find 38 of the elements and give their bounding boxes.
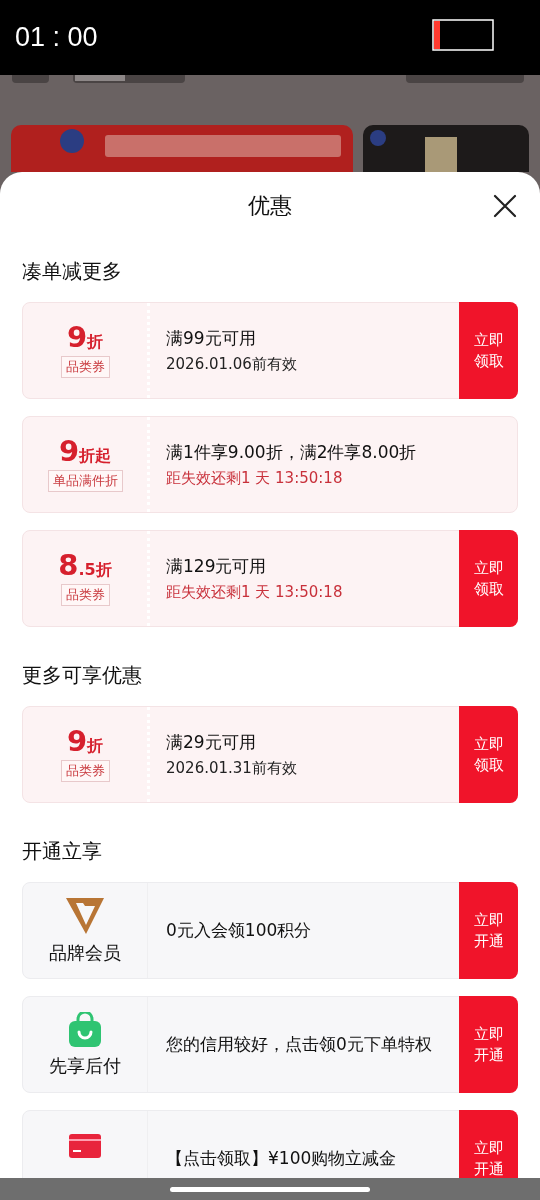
discount-value: 9折起 xyxy=(58,437,112,466)
clock: 01 : 00 xyxy=(15,22,98,53)
offer-text: 满1件享9.00折，满2件享8.00折 xyxy=(166,440,418,464)
offer-text: 【点击领取】¥100购物立减金 xyxy=(166,1146,398,1170)
discount-value: 9折 xyxy=(66,323,104,352)
section-heading: 开通立享 xyxy=(21,838,103,865)
claim-button[interactable]: 立即开通 xyxy=(459,1110,518,1178)
v-logo-icon xyxy=(65,896,105,935)
discount-value: 8.5折 xyxy=(58,551,112,580)
close-icon[interactable] xyxy=(493,194,517,218)
validity-text: 2026.01.31前有效 xyxy=(166,759,298,779)
claim-button[interactable]: 立即领取 xyxy=(459,706,518,803)
claim-button[interactable]: 立即开通 xyxy=(459,882,518,979)
battery-icon xyxy=(432,18,496,51)
credit-card-icon xyxy=(68,1132,102,1159)
shopping-bag-icon xyxy=(68,1011,102,1048)
countdown-text: 距失效还剩1 天 13:50:18 xyxy=(166,583,344,603)
offer-text: 满29元可用 xyxy=(166,730,257,754)
coupon-tag: 品类券 xyxy=(60,760,110,782)
countdown-text: 距失效还剩1 天 13:50:18 xyxy=(166,469,344,489)
section-heading: 凑单减更多 xyxy=(21,258,123,285)
claim-button[interactable]: 立即领取 xyxy=(459,530,518,627)
validity-text: 2026.01.06前有效 xyxy=(166,355,298,375)
claim-button[interactable]: 立即领取 xyxy=(459,302,518,399)
coupon-tag: 品类券 xyxy=(60,356,110,378)
discount-value: 9折 xyxy=(66,727,104,756)
offer-text: 0元入会领100积分 xyxy=(166,918,313,942)
service-label: 品牌会员 xyxy=(49,940,121,965)
service-label: 先享后付 xyxy=(49,1053,121,1078)
offer-text: 您的信用较好，点击领0元下单特权 xyxy=(166,1032,433,1056)
coupon-tag: 单品满件折 xyxy=(47,470,123,492)
coupon-tag: 品类券 xyxy=(60,584,110,606)
home-indicator[interactable] xyxy=(170,1186,370,1192)
sheet-title: 优惠 xyxy=(248,192,292,220)
claim-button[interactable]: 立即开通 xyxy=(459,996,518,1093)
offer-text: 满129元可用 xyxy=(166,554,268,578)
section-heading: 更多可享优惠 xyxy=(21,662,143,689)
offer-text: 满99元可用 xyxy=(166,326,257,350)
